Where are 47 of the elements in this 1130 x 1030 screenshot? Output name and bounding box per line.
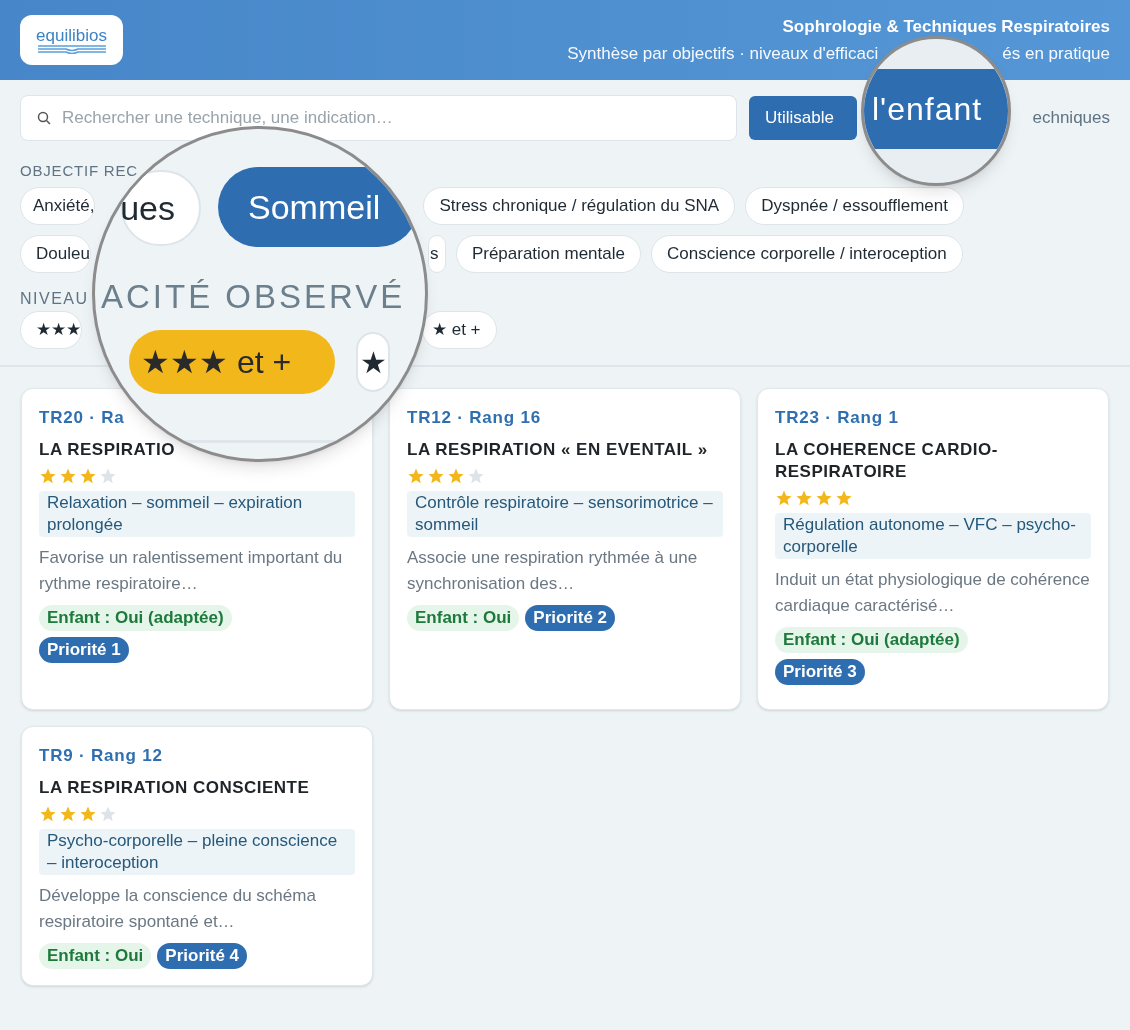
filter-chip[interactable]: ★ et + xyxy=(422,311,497,349)
child-filter-button[interactable]: Utilisable xyxy=(749,96,857,140)
search-icon xyxy=(37,111,51,125)
header-subtitle: Synthèse par objectifs · niveaux d'efficaci xyxy=(567,43,879,65)
technique-description: Développe la conscience du schéma respiratoire spontané et… xyxy=(39,884,317,933)
technique-ref: TR20 · Ra xyxy=(39,407,125,429)
priority-badge: Priorité 3 xyxy=(775,658,865,685)
child-badge: Enfant : Oui (adaptée) xyxy=(39,604,232,631)
filter-chip[interactable]: Anxiété, xyxy=(20,187,96,225)
category-tag: Régulation autonome – VFC – psycho-corporelle xyxy=(775,512,1091,559)
category-tag: Contrôle respiratoire – sensorimotrice – sommeil xyxy=(407,490,723,537)
header-title: Sophrologie & Techniques Respiratoires xyxy=(782,15,1110,38)
child-badge: Enfant : Oui xyxy=(39,942,152,969)
child-badge: Enfant : Oui (adaptée) xyxy=(775,626,968,653)
filter-chip[interactable]: Stress chronique / régulation du SNA xyxy=(423,187,736,225)
technique-ref: TR9 · Rang 12 xyxy=(39,745,163,767)
technique-title: LA COHERENCE CARDIO-RESPIRATOIRE xyxy=(775,438,999,483)
section-label: NIVEAU xyxy=(20,289,89,309)
technique-ref: TR23 · Rang 1 xyxy=(775,407,899,429)
priority-badge: Priorité 2 xyxy=(525,604,616,631)
logo-text: equilibios xyxy=(36,26,107,44)
search-field[interactable]: Rechercher une technique, une indication… xyxy=(20,95,737,141)
child-filter-button[interactable]: l'enfant xyxy=(864,69,1008,149)
filter-chip[interactable]: s xyxy=(427,235,446,273)
filter-chip[interactable]: Dyspnée / essoufflement xyxy=(745,187,964,225)
filter-chip[interactable]: ★★★ et + xyxy=(129,330,335,394)
filter-chip[interactable]: ★★★ xyxy=(20,311,82,349)
section-label: ACITÉ OBSERVÉ xyxy=(101,277,406,317)
category-tag: Psycho-corporelle – pleine conscience – interoception xyxy=(39,828,355,875)
technique-title: LA RESPIRATIO xyxy=(39,438,175,461)
priority-badge: Priorité 1 xyxy=(39,636,129,663)
technique-description: Favorise un ralentissement important du rythme respiratoire… xyxy=(39,546,344,595)
technique-description: Associe une respiration rythmée à une synchronisation des… xyxy=(407,546,699,595)
technique-title: LA RESPIRATION « EN EVENTAIL » xyxy=(407,438,708,461)
filter-chip[interactable]: Douleu xyxy=(20,235,91,273)
technique-title: LA RESPIRATION CONSCIENTE xyxy=(39,776,310,799)
category-tag: Relaxation – sommeil – expiration prolongée xyxy=(39,490,355,537)
filter-chip[interactable]: Conscience corporelle / interoception xyxy=(650,235,963,273)
header-subtitle: és en pratique xyxy=(1002,43,1110,65)
result-count: echniques xyxy=(1032,107,1110,130)
filter-chip[interactable]: ★ xyxy=(356,332,390,392)
filter-chip[interactable]: Préparation mentale xyxy=(455,235,641,273)
technique-ref: TR12 · Rang 16 xyxy=(407,407,541,429)
technique-description: Induit un état physiologique de cohérence cardiaque caractérisé… xyxy=(775,568,1091,617)
child-badge: Enfant : Oui xyxy=(407,604,520,631)
wave-icon xyxy=(35,43,108,54)
priority-badge: Priorité 4 xyxy=(157,942,248,969)
